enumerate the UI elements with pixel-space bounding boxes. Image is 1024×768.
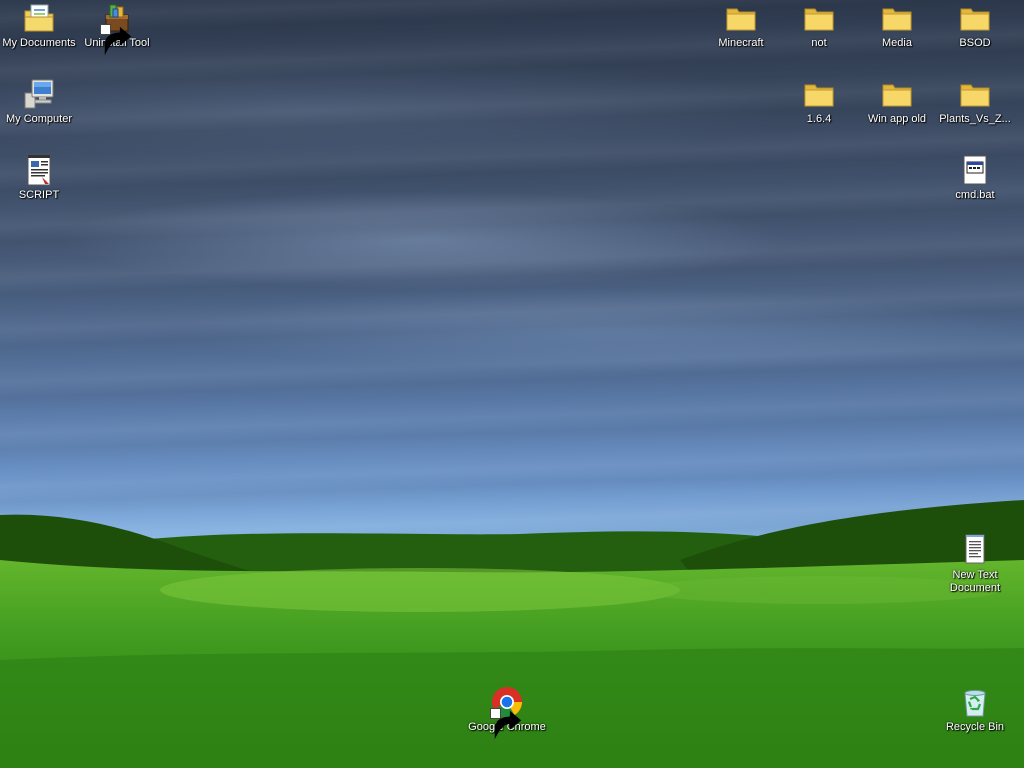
folder-icon: [880, 77, 914, 111]
desktop-icon-label: Recycle Bin: [945, 721, 1005, 733]
desktop-icon-label: cmd.bat: [955, 189, 995, 201]
desktop-icon-label: Win app old: [867, 113, 927, 125]
desktop-icon-label: Media: [882, 37, 912, 49]
my-documents-icon: [22, 1, 56, 35]
desktop-icon-my-computer[interactable]: My Computer: [0, 76, 78, 142]
shortcut-arrow-icon: [100, 24, 132, 56]
chrome-icon: [490, 685, 524, 740]
uninstall-tool-icon: [100, 1, 134, 56]
text-document-icon: [958, 533, 992, 567]
desktop-icon-uninstall-tool[interactable]: Uninstall Tool: [78, 0, 156, 66]
shortcut-arrow-icon: [490, 708, 522, 740]
desktop-icon-label: New Text Document: [949, 569, 1001, 594]
recycle-bin-icon: [958, 685, 992, 719]
desktop-icon-164-folder[interactable]: 1.6.4: [780, 76, 858, 142]
desktop-icon-media-folder[interactable]: Media: [858, 0, 936, 66]
computer-icon: [22, 77, 56, 111]
desktop-wallpaper[interactable]: My Documents Uninstall Tool My Computer …: [0, 0, 1024, 768]
desktop-icon-not-folder[interactable]: not: [780, 0, 858, 66]
desktop-icon-recycle-bin[interactable]: Recycle Bin: [936, 684, 1014, 750]
desktop-icon-label: Plants_Vs_Z...: [939, 113, 1011, 125]
script-document-icon: [22, 153, 56, 187]
desktop-icon-label: Minecraft: [718, 37, 764, 49]
desktop-icon-label: My Computer: [5, 113, 73, 125]
desktop-icon-label: not: [811, 37, 827, 49]
desktop-icon-my-documents[interactable]: My Documents: [0, 0, 78, 66]
desktop-icon-label: My Documents: [2, 37, 76, 49]
desktop-icon-new-text-document[interactable]: New Text Document: [936, 532, 1014, 600]
folder-icon: [802, 1, 836, 35]
batch-file-icon: [958, 153, 992, 187]
desktop-icon-cmd-bat[interactable]: cmd.bat: [936, 152, 1014, 218]
desktop-icon-label: BSOD: [959, 37, 991, 49]
desktop-icon-bsod-folder[interactable]: BSOD: [936, 0, 1014, 66]
folder-icon: [802, 77, 836, 111]
desktop-icon-label: SCRIPT: [18, 189, 60, 201]
folder-icon: [958, 1, 992, 35]
desktop-icon-plants-folder[interactable]: Plants_Vs_Z...: [936, 76, 1014, 142]
desktop-icon-script[interactable]: SCRIPT: [0, 152, 78, 218]
folder-icon: [724, 1, 758, 35]
desktop-icon-label: 1.6.4: [806, 113, 832, 125]
desktop-icon-minecraft-folder[interactable]: Minecraft: [702, 0, 780, 66]
folder-icon: [880, 1, 914, 35]
folder-icon: [958, 77, 992, 111]
desktop-icon-google-chrome[interactable]: Google Chrome: [468, 684, 546, 750]
desktop-icon-win-app-old-folder[interactable]: Win app old: [858, 76, 936, 142]
